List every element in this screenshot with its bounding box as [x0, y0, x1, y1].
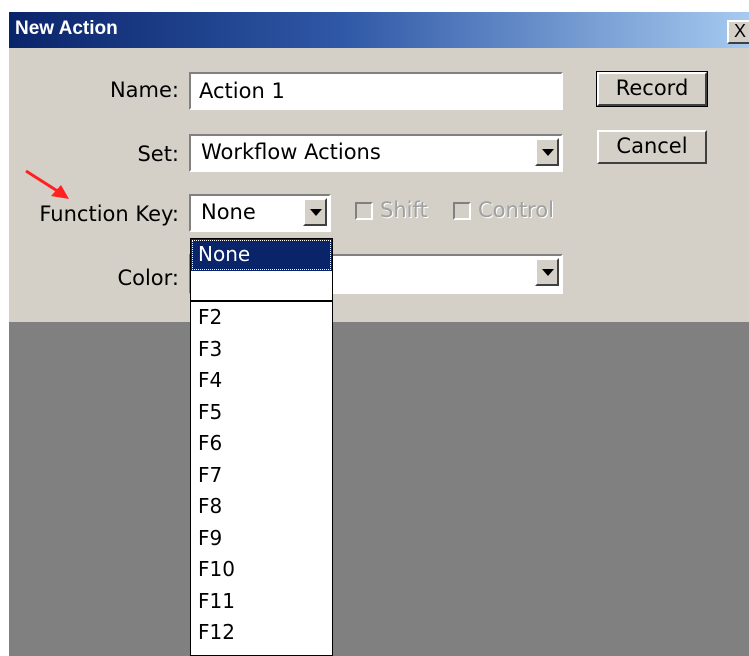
- function-key-dropdown[interactable]: None: [189, 194, 331, 232]
- color-dropdown-arrow[interactable]: [535, 258, 559, 286]
- color-label: Color:: [117, 266, 179, 290]
- name-input[interactable]: [189, 72, 563, 110]
- set-dropdown-arrow[interactable]: [535, 138, 559, 166]
- function-key-option[interactable]: F2: [191, 302, 332, 334]
- shift-checkbox[interactable]: [355, 202, 373, 220]
- function-key-option[interactable]: [191, 271, 332, 302]
- function-key-option[interactable]: F8: [191, 491, 332, 523]
- set-dropdown-value: Workflow Actions: [201, 140, 381, 164]
- function-key-option[interactable]: F11: [191, 586, 332, 618]
- control-checkbox[interactable]: [453, 202, 471, 220]
- title-bar[interactable]: New Action X: [9, 12, 749, 48]
- control-label: Control: [478, 198, 554, 222]
- set-dropdown[interactable]: Workflow Actions: [189, 134, 563, 172]
- new-action-dialog: New Action X Name: Set: Workflow Actions…: [9, 12, 749, 656]
- function-key-label: Function Key:: [39, 202, 179, 226]
- function-key-option[interactable]: F10: [191, 554, 332, 586]
- function-key-value: None: [201, 200, 256, 224]
- function-key-option[interactable]: F7: [191, 460, 332, 492]
- background-area: [9, 322, 749, 656]
- function-key-option[interactable]: F5: [191, 397, 332, 429]
- function-key-dropdown-arrow[interactable]: [303, 198, 327, 226]
- dialog-title: New Action: [15, 18, 118, 39]
- function-key-option[interactable]: None: [191, 239, 332, 271]
- record-button[interactable]: Record: [596, 71, 708, 107]
- name-label: Name:: [109, 78, 179, 102]
- set-label: Set:: [137, 142, 179, 166]
- function-key-option[interactable]: F12: [191, 617, 332, 649]
- cancel-button[interactable]: Cancel: [597, 130, 707, 164]
- function-key-option[interactable]: F4: [191, 365, 332, 397]
- function-key-option[interactable]: F3: [191, 334, 332, 366]
- red-arrow-icon: [25, 169, 69, 199]
- function-key-option[interactable]: F9: [191, 523, 332, 555]
- function-key-option[interactable]: F6: [191, 428, 332, 460]
- shift-label: Shift: [380, 198, 428, 222]
- close-button[interactable]: X: [727, 20, 749, 44]
- function-key-options-list[interactable]: None F2 F3 F4 F5 F6 F7 F8 F9 F10 F11 F12: [190, 238, 333, 656]
